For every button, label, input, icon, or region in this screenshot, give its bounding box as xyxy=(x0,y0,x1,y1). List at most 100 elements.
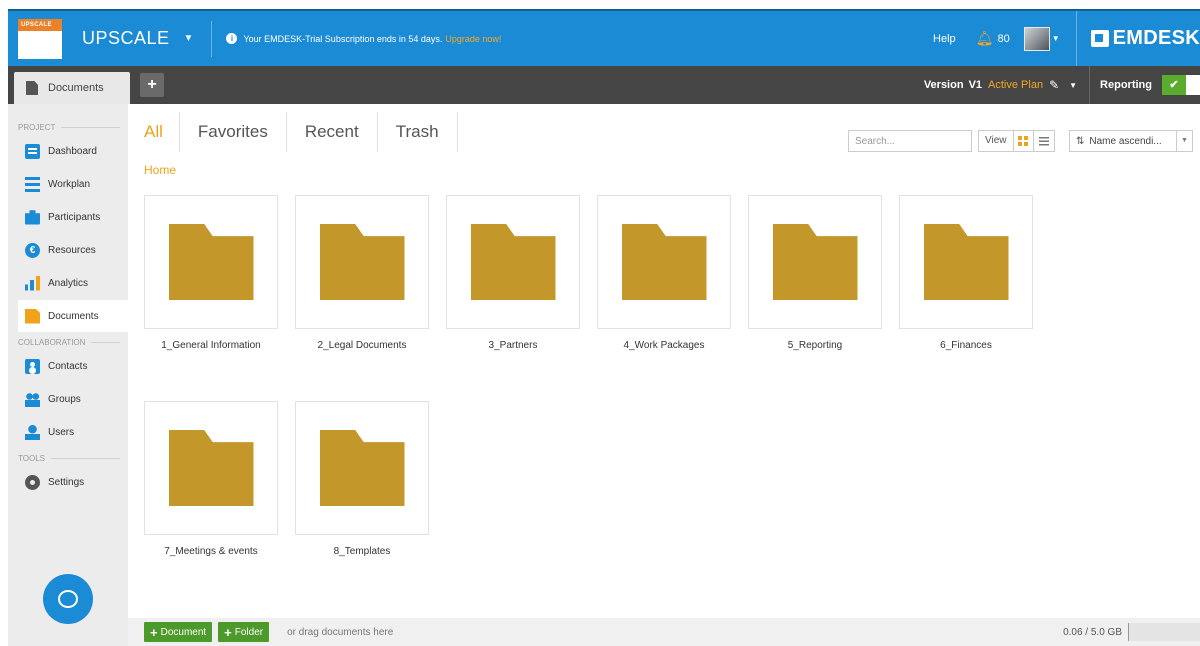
view-switcher: View xyxy=(978,130,1055,152)
sidebar-item-workplan[interactable]: Workplan xyxy=(8,168,128,200)
list-view-button[interactable] xyxy=(1034,131,1054,151)
folder-tile[interactable]: 7_Meetings & events xyxy=(144,401,278,607)
search-input[interactable] xyxy=(848,130,972,152)
breadcrumb[interactable]: Home xyxy=(144,163,176,177)
version-value: V1 xyxy=(968,79,983,91)
version-label: Version xyxy=(923,79,964,91)
add-tab-button[interactable]: + xyxy=(140,73,164,97)
folder-card[interactable] xyxy=(748,195,882,329)
reporting-label: Reporting xyxy=(1100,79,1152,91)
folder-name[interactable]: 1_General Information xyxy=(144,340,278,351)
user-icon xyxy=(25,424,40,440)
sidebar-item-label: Contacts xyxy=(48,360,88,372)
folder-icon xyxy=(621,224,707,300)
folder-name[interactable]: 6_Finances xyxy=(899,340,1033,351)
folder-card[interactable] xyxy=(144,195,278,329)
section-label-project: PROJECT xyxy=(8,120,128,134)
upgrade-link[interactable]: Upgrade now! xyxy=(445,34,501,44)
sidebar-item-label: Groups xyxy=(48,393,81,405)
folder-name[interactable]: 4_Work Packages xyxy=(597,340,731,351)
group-icon xyxy=(25,391,40,407)
euro-icon: € xyxy=(25,242,40,258)
sidebar-item-dashboard[interactable]: Dashboard xyxy=(8,135,128,167)
tab-documents[interactable]: Documents xyxy=(14,72,130,104)
add-folder-button[interactable]: + Folder xyxy=(218,622,270,642)
folder-tile[interactable]: 6_Finances xyxy=(899,195,1033,401)
sidebar-item-analytics[interactable]: Analytics xyxy=(8,267,128,299)
folder-card[interactable] xyxy=(446,195,580,329)
sidebar: PROJECT Dashboard Workplan Participants … xyxy=(8,104,128,646)
help-link[interactable]: Help xyxy=(933,33,956,45)
project-logo[interactable]: UPSCALE xyxy=(18,18,62,59)
check-icon: ✔ xyxy=(1162,75,1186,95)
tab-favorites[interactable]: Favorites xyxy=(180,112,287,152)
folder-name[interactable]: 8_Templates xyxy=(295,546,429,557)
sidebar-item-groups[interactable]: Groups xyxy=(8,383,128,415)
avatar[interactable] xyxy=(1023,26,1050,51)
sidebar-item-contacts[interactable]: Contacts xyxy=(8,350,128,382)
folder-card[interactable] xyxy=(295,195,429,329)
drop-zone-hint[interactable]: or drag documents here xyxy=(287,627,393,638)
folder-card[interactable] xyxy=(899,195,1033,329)
reporting-toggle[interactable]: ✔ xyxy=(1162,75,1200,95)
folder-card[interactable] xyxy=(295,401,429,535)
folder-tile[interactable]: 3_Partners xyxy=(446,195,580,401)
folder-tile[interactable]: 2_Legal Documents xyxy=(295,195,429,401)
sort-select[interactable]: ⇅ Name ascendi... ▼ xyxy=(1069,130,1193,152)
chat-button[interactable] xyxy=(43,574,93,624)
header-right: Help 🔔︎ 80 ▼ EMDESK xyxy=(933,11,1200,66)
notification-count[interactable]: 80 xyxy=(997,33,1009,45)
folder-name[interactable]: 5_Reporting xyxy=(748,340,882,351)
sidebar-item-participants[interactable]: Participants xyxy=(8,201,128,233)
bell-icon[interactable]: 🔔︎ xyxy=(976,30,994,47)
top-header: UPSCALE UPSCALE ▼ i Your EMDESK-Trial Su… xyxy=(8,9,1200,66)
sidebar-item-settings[interactable]: Settings xyxy=(8,466,128,498)
folder-tile[interactable]: 8_Templates xyxy=(295,401,429,607)
sidebar-item-resources[interactable]: € Resources xyxy=(8,234,128,266)
sort-icon: ⇅ xyxy=(1076,135,1085,147)
sidebar-item-label: Analytics xyxy=(48,277,89,289)
contact-card-icon xyxy=(25,358,40,374)
folder-tile[interactable]: 4_Work Packages xyxy=(597,195,731,401)
tab-all[interactable]: All xyxy=(128,112,180,152)
add-folder-label: Folder xyxy=(234,626,264,638)
folder-card[interactable] xyxy=(597,195,731,329)
folder-name[interactable]: 3_Partners xyxy=(446,340,580,351)
active-plan-label[interactable]: Active Plan xyxy=(988,79,1043,91)
project-name[interactable]: UPSCALE xyxy=(82,28,170,49)
folder-name[interactable]: 7_Meetings & events xyxy=(144,546,278,557)
folder-name[interactable]: 2_Legal Documents xyxy=(295,340,429,351)
section-label-collaboration: COLLABORATION xyxy=(8,335,128,349)
sidebar-item-label: Documents xyxy=(48,310,99,322)
sort-value: Name ascendi... xyxy=(1089,135,1162,147)
document-icon xyxy=(25,308,40,324)
folder-tile[interactable]: 1_General Information xyxy=(144,195,278,401)
project-switcher-caret-icon[interactable]: ▼ xyxy=(184,33,194,44)
folder-icon xyxy=(470,224,556,300)
sidebar-item-label: Dashboard xyxy=(48,145,97,157)
user-menu-caret-icon[interactable]: ▼ xyxy=(1052,34,1060,43)
trial-notice: i Your EMDESK-Trial Subscription ends in… xyxy=(226,33,501,44)
sidebar-item-users[interactable]: Users xyxy=(8,416,128,448)
folder-card[interactable] xyxy=(144,401,278,535)
file-icon xyxy=(26,81,38,95)
project-logo-text: UPSCALE xyxy=(18,18,62,31)
workplan-icon xyxy=(25,176,40,192)
folder-tile[interactable]: 5_Reporting xyxy=(748,195,882,401)
sidebar-item-documents[interactable]: Documents xyxy=(18,300,128,332)
version-caret-icon[interactable]: ▼ xyxy=(1069,81,1077,90)
tab-trash[interactable]: Trash xyxy=(378,112,458,152)
grid-view-button[interactable] xyxy=(1014,131,1034,151)
documents-panel: All Favorites Recent Trash View ⇅ Name a… xyxy=(128,104,1200,618)
briefcase-icon xyxy=(25,210,40,225)
folder-icon xyxy=(168,430,254,506)
dashboard-icon xyxy=(25,143,40,159)
chevron-down-icon: ▼ xyxy=(1176,131,1192,151)
section-label-tools: TOOLS xyxy=(8,451,128,465)
add-document-button[interactable]: + Document xyxy=(144,622,213,642)
tab-recent[interactable]: Recent xyxy=(287,112,378,152)
sidebar-item-label: Resources xyxy=(48,244,96,256)
pencil-icon[interactable]: ✎ xyxy=(1049,78,1059,92)
folder-icon xyxy=(319,224,405,300)
